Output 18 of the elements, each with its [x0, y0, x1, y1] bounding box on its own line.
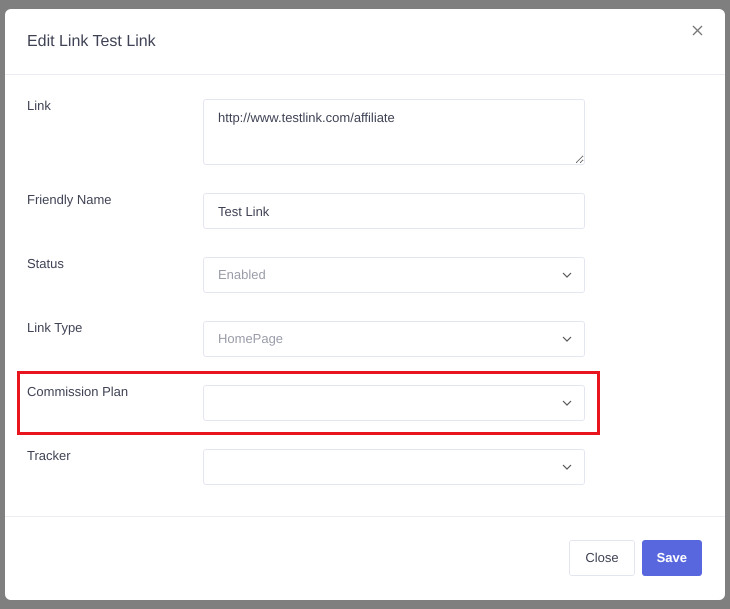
- save-button[interactable]: Save: [642, 540, 702, 576]
- dialog-title: Edit Link Test Link: [27, 32, 156, 52]
- chevron-down-icon: [562, 272, 572, 278]
- field-label: Commission Plan: [27, 384, 130, 400]
- text-input[interactable]: Test Link: [203, 193, 585, 229]
- select-dropdown[interactable]: [203, 449, 585, 485]
- chevron-down-icon: [562, 336, 572, 342]
- select-dropdown[interactable]: [203, 385, 585, 421]
- field-label: Link Type: [27, 320, 84, 336]
- link-textarea[interactable]: http://www.testlink.com/affiliate: [203, 99, 585, 165]
- close-button[interactable]: Close: [569, 540, 635, 576]
- close-icon[interactable]: [692, 25, 703, 36]
- field-label: Status: [27, 256, 65, 272]
- chevron-down-icon: [562, 464, 572, 470]
- chevron-down-icon: [562, 400, 572, 406]
- field-label: Link: [27, 98, 52, 114]
- field-label: Friendly Name: [27, 192, 113, 208]
- field-label: Tracker: [27, 448, 72, 464]
